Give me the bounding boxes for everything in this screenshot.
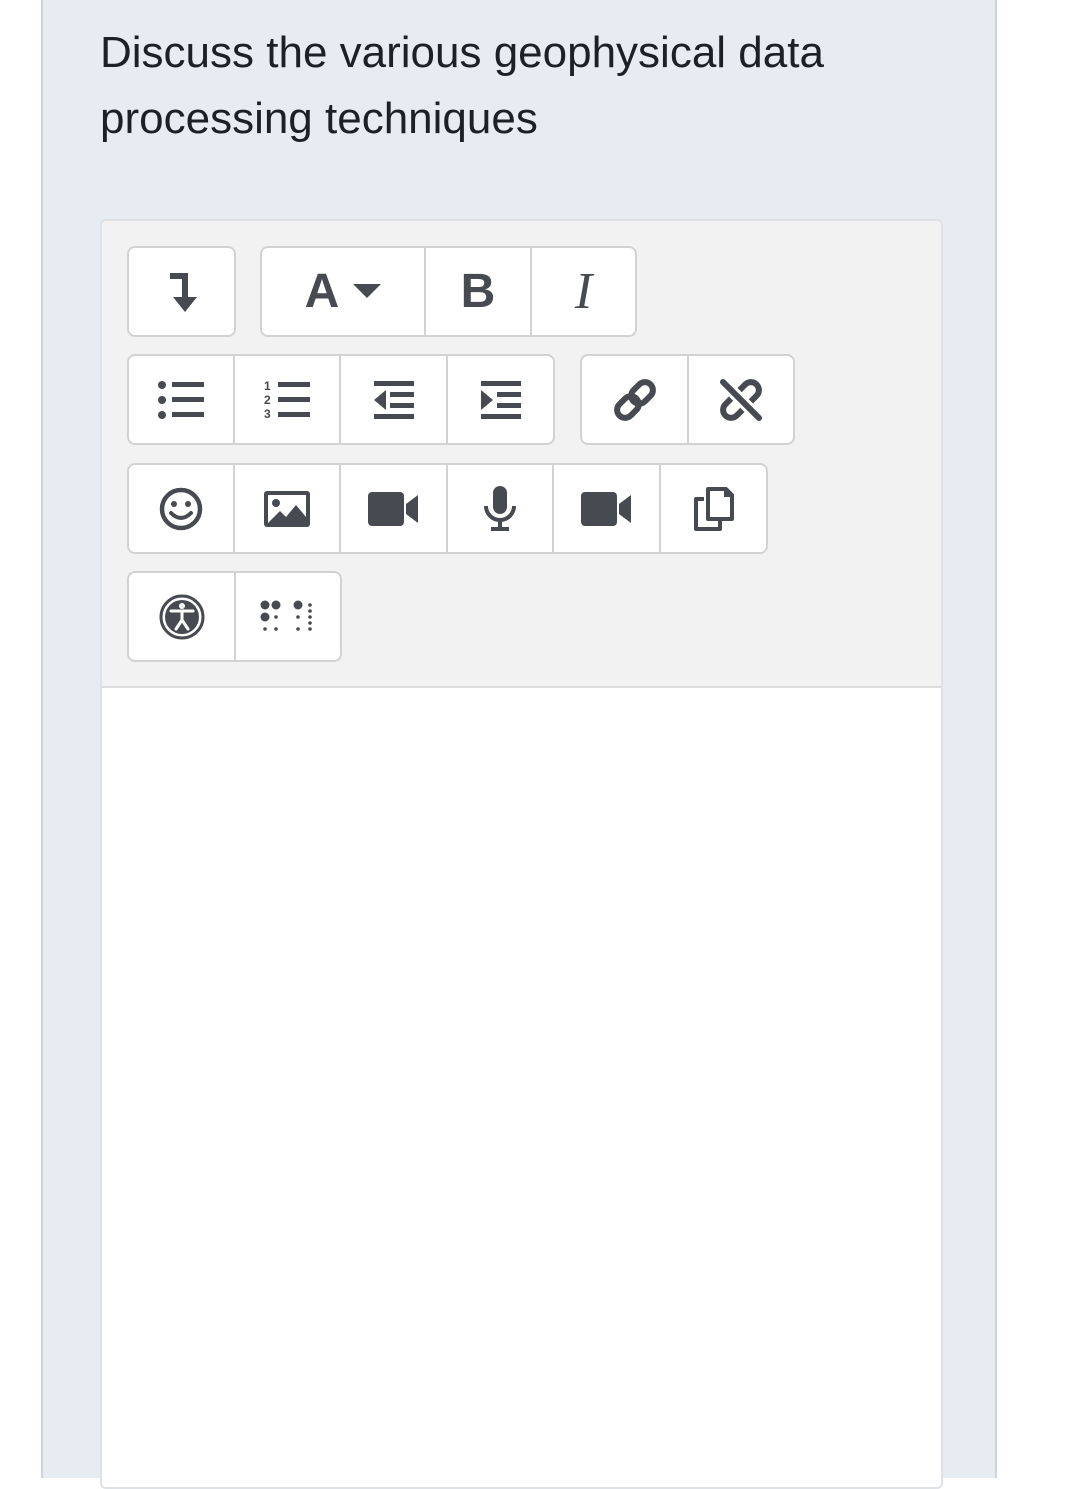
question-text: Discuss the various geophysical data pro… bbox=[100, 28, 824, 143]
braille-icon bbox=[260, 600, 312, 631]
audio-record-button[interactable] bbox=[448, 465, 554, 552]
caret-down-icon bbox=[353, 283, 382, 298]
microphone-icon bbox=[484, 485, 516, 531]
video-record-icon bbox=[580, 491, 631, 526]
toolbar-group-lists: 1 2 3 bbox=[127, 354, 555, 445]
accessibility-checker-button[interactable] bbox=[129, 573, 236, 660]
collapse-icon bbox=[169, 272, 197, 312]
italic-button[interactable]: I bbox=[532, 248, 635, 335]
emoji-button[interactable] bbox=[129, 465, 235, 552]
toolbar-group-accessibility bbox=[127, 571, 342, 662]
link-icon bbox=[613, 378, 656, 421]
editor-content-area[interactable] bbox=[102, 688, 941, 1487]
font-style-button[interactable]: A bbox=[262, 248, 426, 335]
toolbar-group-format: A B I bbox=[260, 246, 637, 337]
video-record-button[interactable] bbox=[554, 465, 661, 552]
toolbar-group-links bbox=[580, 354, 795, 445]
indent-icon bbox=[480, 380, 521, 419]
toolbar-group-collapse bbox=[127, 246, 236, 337]
svg-text:3: 3 bbox=[264, 407, 271, 421]
image-button[interactable] bbox=[235, 465, 341, 552]
bold-button[interactable]: B bbox=[426, 248, 532, 335]
unlink-icon bbox=[720, 378, 762, 421]
editor-toolbar: A B I 1 2 3 bbox=[102, 221, 941, 688]
manage-files-button[interactable] bbox=[661, 465, 766, 552]
ordered-list-button[interactable]: 1 2 3 bbox=[235, 356, 341, 443]
image-icon bbox=[264, 490, 310, 527]
svg-text:2: 2 bbox=[264, 393, 271, 407]
accessibility-icon bbox=[159, 594, 204, 639]
font-style-icon: A bbox=[304, 265, 340, 318]
unlink-button[interactable] bbox=[689, 356, 793, 443]
bold-icon: B bbox=[460, 265, 496, 318]
screenreader-helper-button[interactable] bbox=[236, 573, 340, 660]
svg-text:1: 1 bbox=[264, 379, 271, 393]
unordered-list-icon bbox=[158, 380, 204, 419]
link-button[interactable] bbox=[582, 356, 689, 443]
video-icon bbox=[367, 491, 418, 526]
italic-icon: I bbox=[574, 263, 593, 320]
outdent-button[interactable] bbox=[341, 356, 448, 443]
video-button[interactable] bbox=[341, 465, 448, 552]
toolbar-group-media bbox=[127, 463, 768, 554]
copy-icon bbox=[693, 486, 734, 531]
text-editor: A B I 1 2 3 bbox=[100, 219, 943, 1489]
ordered-list-icon: 1 2 3 bbox=[264, 379, 310, 421]
collapse-toolbar-button[interactable] bbox=[129, 248, 234, 335]
outdent-icon bbox=[373, 380, 414, 419]
emoji-icon bbox=[159, 487, 203, 530]
question-panel: Discuss the various geophysical data pro… bbox=[41, 0, 997, 1489]
indent-button[interactable] bbox=[448, 356, 553, 443]
unordered-list-button[interactable] bbox=[129, 356, 235, 443]
